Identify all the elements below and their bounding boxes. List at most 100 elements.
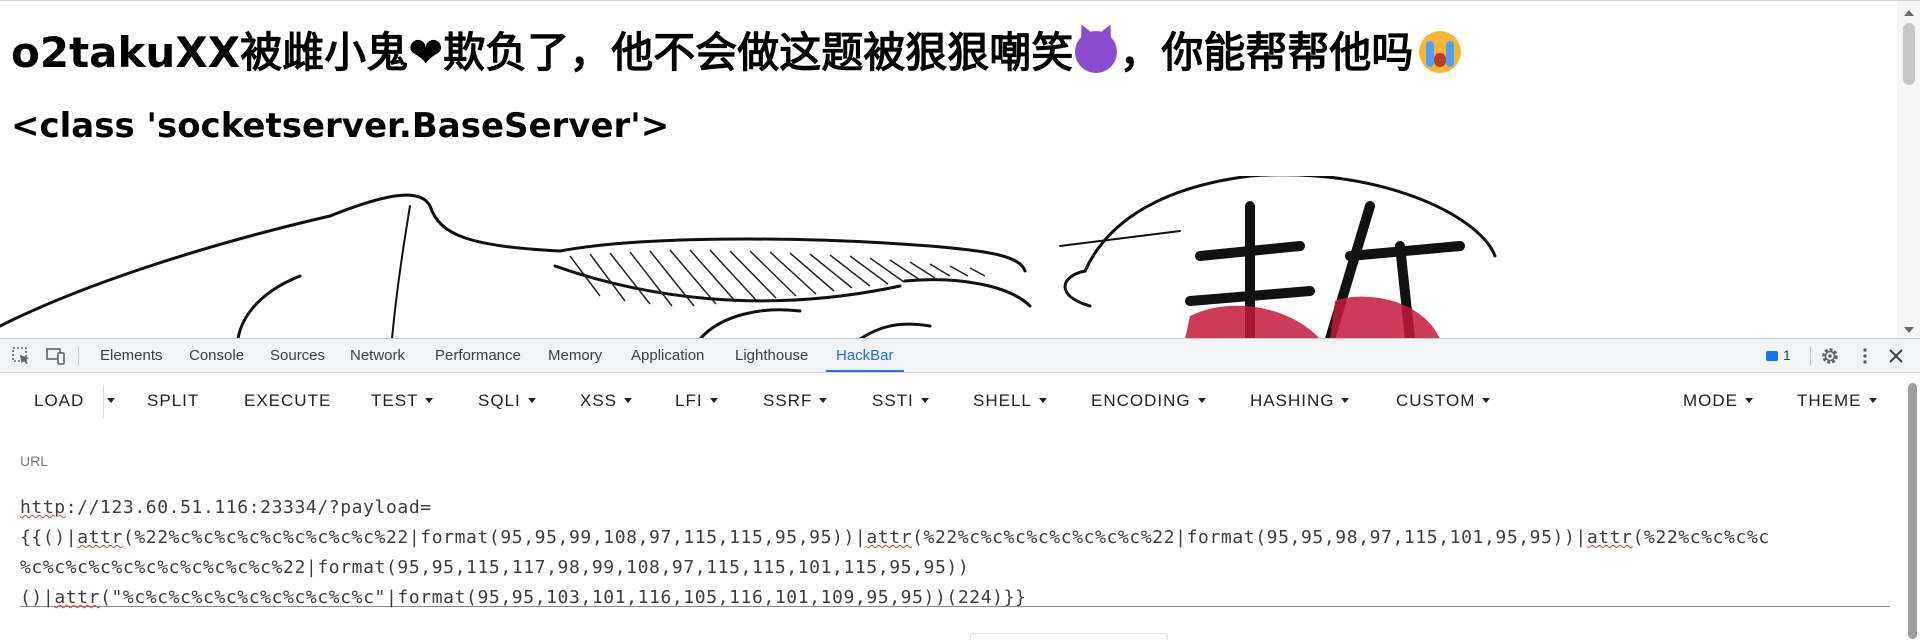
tab-memory[interactable]: Memory (548, 339, 602, 372)
caret-down-icon (624, 398, 633, 403)
caret-down-icon (819, 398, 828, 403)
test-menu-label: TEST (371, 391, 419, 410)
devil-emoji-icon (1075, 31, 1118, 73)
load-options-dropdown[interactable] (107, 373, 115, 429)
url-text-segment: ("%c%c%c%c%c%c%c%c%c%c%c"|format(95,95,1… (100, 587, 1027, 608)
load-button-label: LOAD (34, 391, 85, 410)
caret-down-icon (1038, 398, 1047, 403)
hashing-menu-label: HASHING (1250, 391, 1335, 410)
split-button[interactable]: SPLIT (147, 373, 199, 429)
issues-count: 1 (1783, 347, 1791, 363)
mode-menu-label: MODE (1683, 391, 1738, 410)
caret-down-icon (527, 398, 536, 403)
page-heading: o2takuXX被雌小鬼❤欺负了，他不会做这题被狠狠嘲笑 ，你能帮帮他吗 (11, 19, 1462, 80)
lfi-menu-label: LFI (675, 391, 703, 410)
more-options-kebab-icon[interactable] (1855, 346, 1875, 366)
hashing-menu-button[interactable]: HASHING (1250, 373, 1350, 429)
encoding-menu-label: ENCODING (1091, 391, 1191, 410)
url-line: %c%c%c%c%c%c%c%c%c%c%c%22|format(95,95,1… (20, 557, 969, 578)
caret-down-icon (1868, 398, 1877, 403)
devtools-scrollbar-thumb[interactable] (1908, 383, 1917, 639)
sqli-menu-label: SQLI (478, 391, 521, 410)
devtools-tab-bar: Elements Console Sources Network Perform… (0, 339, 1920, 373)
url-text-segment: %c%c%c%c%c%c%c%c%c%c%c%22|format(95,95,1… (20, 557, 970, 578)
tab-sources[interactable]: Sources (270, 339, 325, 372)
scroll-down-arrow-icon[interactable] (1904, 327, 1914, 333)
manga-illustration (0, 176, 1497, 339)
sqli-menu-button[interactable]: SQLI (478, 373, 536, 429)
custom-menu-label: CUSTOM (1396, 391, 1476, 410)
ssrf-menu-label: SSRF (763, 391, 813, 410)
url-text-segment: (%22%c%c%c%c%c%c%c%c%c%22|format(95,95,9… (122, 527, 867, 548)
tab-application[interactable]: Application (631, 339, 704, 372)
load-button[interactable]: LOAD (34, 373, 84, 429)
url-text-segment: attr (54, 587, 101, 608)
inspect-element-icon[interactable] (11, 346, 31, 366)
close-devtools-icon[interactable] (1886, 346, 1906, 366)
caret-down-icon (1745, 398, 1753, 403)
split-button-label: SPLIT (147, 391, 200, 410)
execute-button[interactable]: EXECUTE (244, 373, 331, 429)
encoding-menu-button[interactable]: ENCODING (1091, 373, 1206, 429)
url-text-segment: attr (77, 527, 123, 548)
page-scrollbar[interactable] (1897, 1, 1920, 339)
lfi-menu-button[interactable]: LFI (675, 373, 718, 429)
tab-divider (78, 347, 79, 365)
devtools-panel: Elements Console Sources Network Perform… (0, 338, 1920, 640)
tab-hackbar[interactable]: HackBar (826, 339, 903, 372)
url-text-segment: (%22%c%c%c%c%c%c%c%c%22|format(95,95,98,… (912, 527, 1587, 548)
ssti-result-text: <class 'socketserver.BaseServer'> (11, 106, 670, 146)
tab-performance[interactable]: Performance (435, 339, 521, 372)
device-toolbar-icon[interactable] (46, 346, 66, 366)
page-scrollbar-thumb[interactable] (1903, 23, 1915, 85)
tab-divider-right (1810, 347, 1811, 365)
test-menu-button[interactable]: TEST (371, 373, 434, 429)
devtools-scrollbar[interactable] (1905, 373, 1920, 639)
caret-down-icon (1197, 398, 1206, 403)
ssrf-menu-button[interactable]: SSRF (763, 373, 828, 429)
url-line: ()|attr("%c%c%c%c%c%c%c%c%c%c%c"|format(… (20, 587, 1026, 608)
tab-elements[interactable]: Elements (100, 339, 163, 372)
theme-menu-button[interactable]: THEME (1797, 373, 1877, 429)
url-line: {{()|attr(%22%c%c%c%c%c%c%c%c%c%22|forma… (20, 527, 1770, 548)
xss-menu-button[interactable]: XSS (580, 373, 633, 429)
xss-menu-label: XSS (580, 391, 618, 410)
url-field-label: URL (20, 453, 49, 469)
url-text-segment: http (20, 497, 66, 518)
url-textarea[interactable]: http://123.60.51.116:23334/?payload= {{(… (20, 478, 1890, 608)
tab-network[interactable]: Network (350, 339, 405, 372)
url-text-segment: ://123.60.51.116:23334/?payload= (65, 497, 432, 518)
execute-button-label: EXECUTE (244, 391, 332, 410)
ssti-menu-button[interactable]: SSTI (872, 373, 929, 429)
shell-menu-label: SHELL (973, 391, 1032, 410)
caret-down-icon (1341, 398, 1350, 403)
load-divider (103, 385, 104, 419)
url-line: http://123.60.51.116:23334/?payload= (20, 497, 432, 518)
url-text-segment: {{()| (20, 527, 78, 548)
url-text-segment: attr (866, 527, 913, 548)
tab-console[interactable]: Console (189, 339, 244, 372)
shell-menu-button[interactable]: SHELL (973, 373, 1047, 429)
heading-text-start: o2takuXX被雌小鬼 (11, 28, 409, 77)
scroll-up-arrow-icon[interactable] (1904, 10, 1914, 16)
caret-down-icon (107, 398, 115, 403)
crying-face-emoji-icon (1419, 31, 1462, 73)
settings-gear-icon[interactable] (1820, 346, 1840, 366)
caret-down-icon (425, 398, 434, 403)
heading-text-middle: 欺负了，他不会做这题被狠狠嘲笑 (443, 28, 1074, 77)
issues-counter[interactable]: 1 (1766, 339, 1791, 372)
issues-message-icon (1766, 351, 1778, 361)
url-text-segment: attr (1586, 527, 1633, 548)
custom-menu-button[interactable]: CUSTOM (1396, 373, 1491, 429)
heading-text-end: ，你能帮帮他吗 (1119, 28, 1414, 77)
theme-menu-label: THEME (1797, 391, 1862, 410)
ssti-menu-label: SSTI (872, 391, 914, 410)
tab-lighthouse[interactable]: Lighthouse (735, 339, 808, 372)
hackbar-toolbar: LOAD SPLIT EXECUTE TEST SQLI XSS LFI SSR… (0, 373, 1897, 429)
heart-symbol: ❤ (408, 28, 444, 77)
post-data-panel-edge (970, 633, 1168, 640)
url-text-segment: (%22%c%c%c%c (1632, 527, 1770, 548)
page-viewport: o2takuXX被雌小鬼❤欺负了，他不会做这题被狠狠嘲笑 ，你能帮帮他吗 <cla… (0, 0, 1920, 339)
caret-down-icon (709, 398, 718, 403)
mode-menu-button[interactable]: MODE (1683, 373, 1753, 429)
